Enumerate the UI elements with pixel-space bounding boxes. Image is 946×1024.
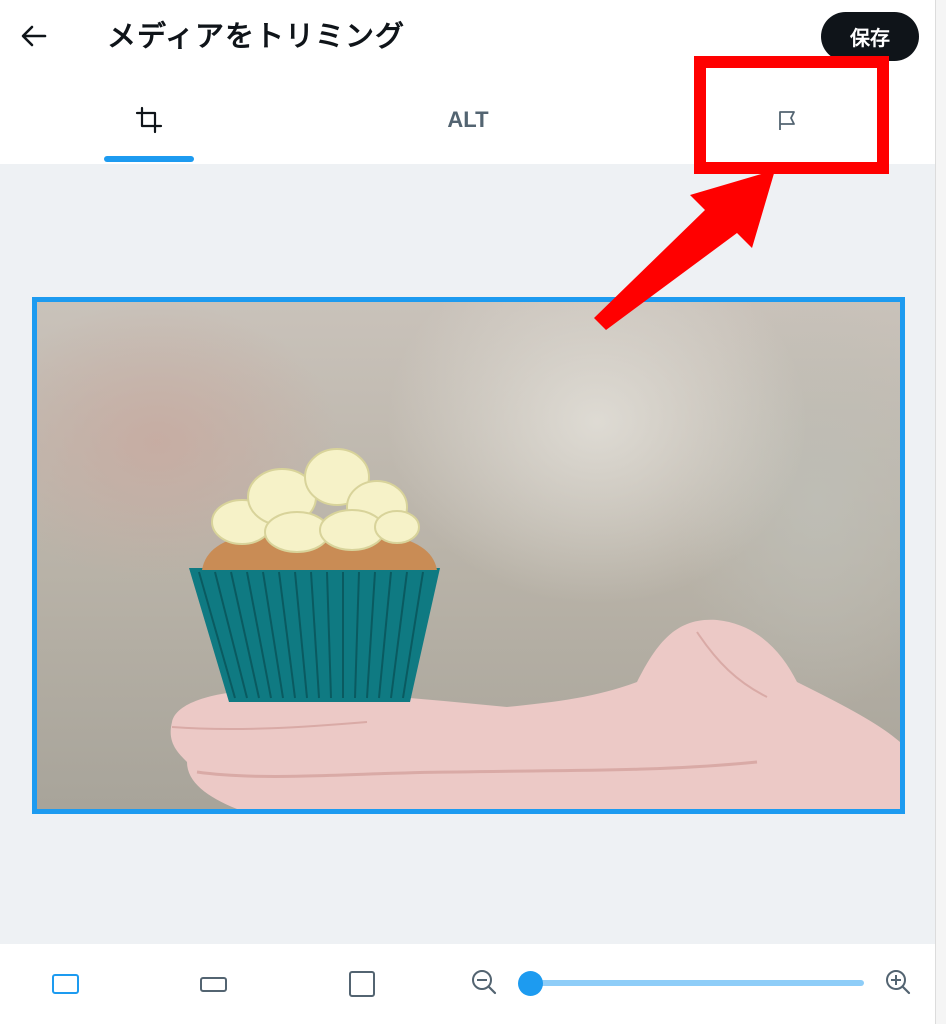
aspect-wide-icon [200,977,227,992]
tab-bar: ALT [0,76,946,164]
zoom-out-button[interactable] [466,964,502,1000]
tab-crop[interactable] [104,76,194,164]
aspect-original-button[interactable] [46,964,86,1004]
zoom-slider-thumb[interactable] [517,971,543,996]
zoom-slider-track[interactable] [530,980,864,986]
aspect-square-icon [349,971,375,997]
tab-alt[interactable]: ALT [418,76,518,164]
scrollbar[interactable] [935,0,946,1024]
page-title: メディアをトリミング [107,19,405,53]
arrow-left-icon [21,25,47,47]
back-button[interactable] [14,16,54,56]
zoom-in-icon [886,970,911,995]
crop-toolbar [0,944,935,1024]
crop-canvas [0,164,935,944]
crop-frame[interactable] [32,297,905,814]
active-tab-indicator [104,156,194,162]
save-button[interactable]: 保存 [821,12,919,61]
aspect-wide-button[interactable] [194,964,234,1004]
zoom-in-button[interactable] [880,964,916,1000]
header: メディアをトリミング 保存 [0,0,946,76]
aspect-square-button[interactable] [342,964,382,1004]
tab-flag[interactable] [742,76,832,164]
flag-icon [779,111,795,130]
crop-icon [135,106,163,134]
aspect-original-icon [52,974,79,994]
cupcake-on-hand-photo [170,448,900,809]
zoom-out-icon [472,970,497,995]
